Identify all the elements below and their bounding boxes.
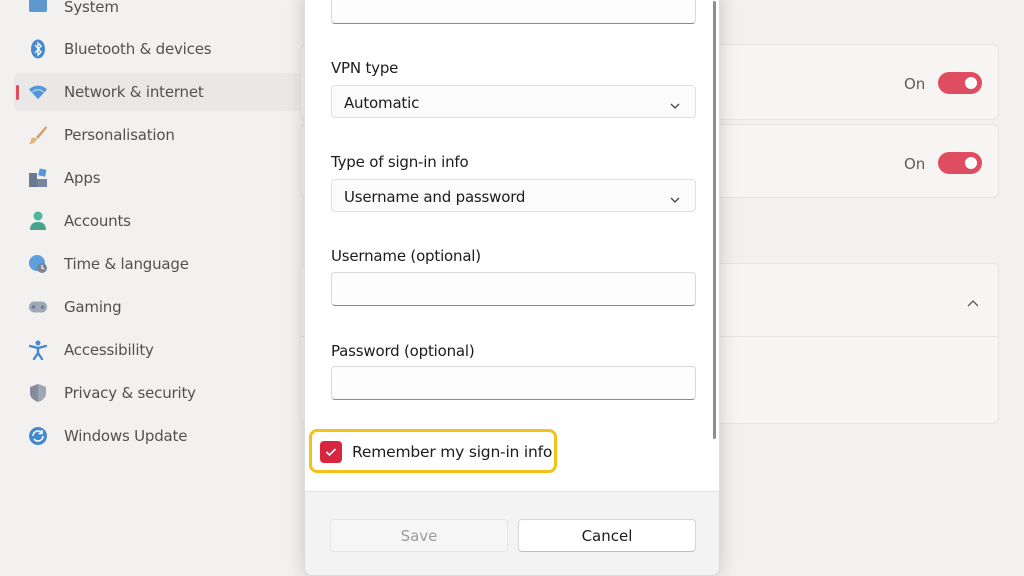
username-field[interactable]	[331, 272, 696, 306]
signin-type-value: Username and password	[344, 188, 526, 206]
vpn-type-value: Automatic	[344, 94, 420, 112]
signin-type-dropdown[interactable]: Username and password	[331, 179, 696, 212]
add-vpn-dialog: VPN type Automatic Type of sign-in info …	[304, 0, 720, 576]
password-label: Password (optional)	[331, 342, 475, 360]
dialog-footer: Save Cancel	[305, 491, 719, 575]
dialog-scrollbar[interactable]	[713, 1, 716, 439]
vpn-type-label: VPN type	[331, 59, 399, 77]
chevron-down-icon	[669, 191, 681, 203]
save-button[interactable]: Save	[330, 519, 508, 552]
password-field[interactable]	[331, 366, 696, 400]
chevron-down-icon	[669, 97, 681, 109]
remember-signin-checkbox[interactable]	[320, 441, 342, 463]
username-label: Username (optional)	[331, 247, 481, 265]
remember-signin-highlight[interactable]: Remember my sign-in info	[309, 429, 557, 473]
vpn-type-dropdown[interactable]: Automatic	[331, 85, 696, 118]
signin-type-label: Type of sign-in info	[331, 153, 469, 171]
remember-signin-label[interactable]: Remember my sign-in info	[352, 443, 552, 461]
checkmark-icon	[325, 448, 337, 457]
server-address-field[interactable]	[331, 0, 696, 24]
cancel-button[interactable]: Cancel	[518, 519, 696, 552]
